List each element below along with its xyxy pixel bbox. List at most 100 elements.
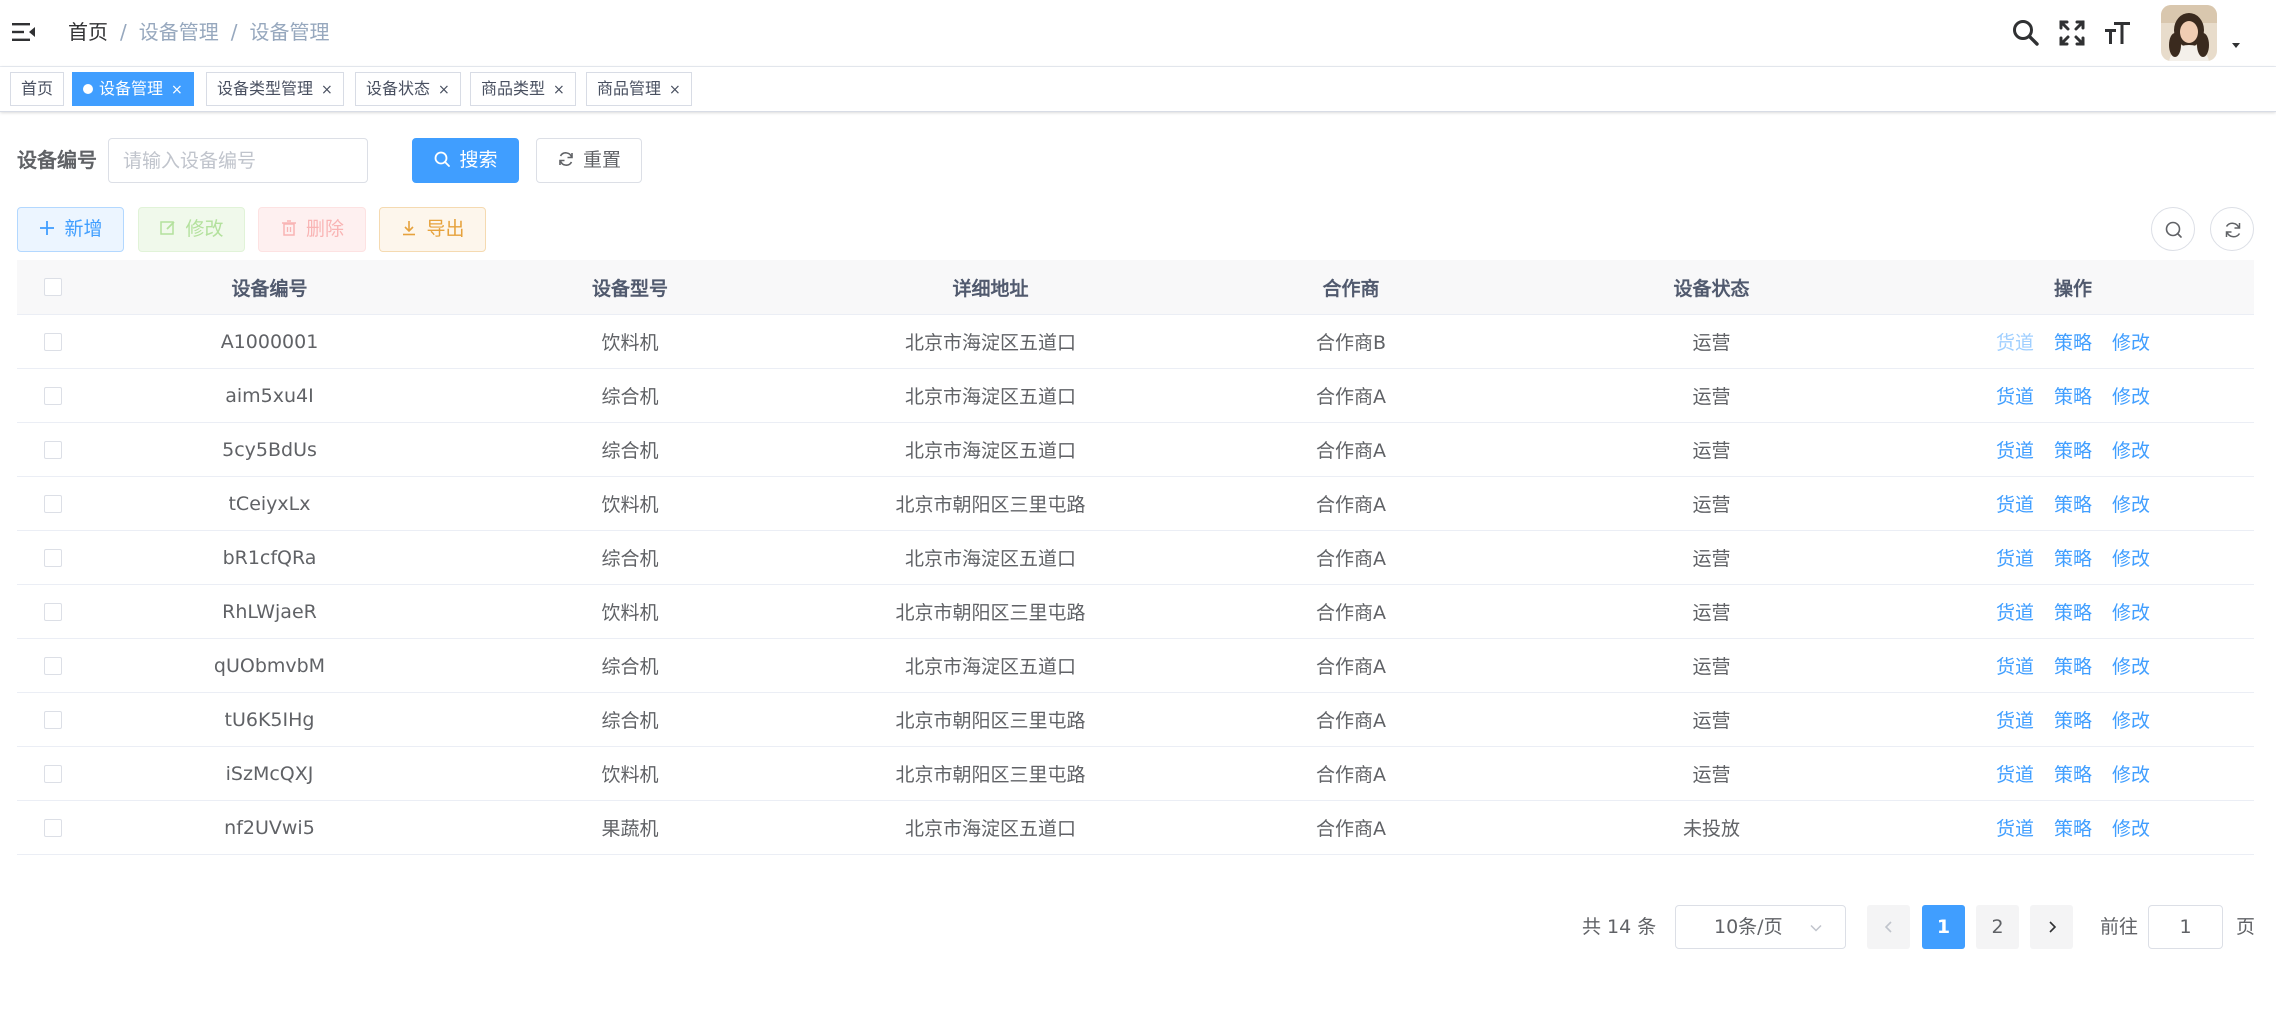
- channel-link[interactable]: 货道: [1996, 814, 2034, 841]
- edit-button[interactable]: 修改: [138, 207, 245, 252]
- strategy-link[interactable]: 策略: [2054, 598, 2092, 625]
- channel-link[interactable]: 货道: [1996, 328, 2034, 355]
- strategy-link[interactable]: 策略: [2054, 436, 2092, 463]
- refresh-button[interactable]: [2210, 207, 2254, 251]
- goto-label: 前往: [2100, 916, 2139, 938]
- row-checkbox[interactable]: [44, 494, 62, 513]
- tag-device-management[interactable]: 设备管理 ×: [72, 72, 194, 106]
- add-button[interactable]: 新增: [17, 207, 124, 252]
- tag-product-management[interactable]: 商品管理 ×: [586, 72, 692, 106]
- tag-device-status[interactable]: 设备状态 ×: [355, 72, 461, 106]
- close-icon[interactable]: ×: [553, 74, 565, 106]
- device-number-cell: nf2UVwi5: [224, 816, 315, 839]
- status-cell: 未投放: [1682, 818, 1740, 840]
- row-checkbox[interactable]: [44, 548, 62, 567]
- page-size-select[interactable]: 10条/页: [1675, 905, 1846, 949]
- reset-button[interactable]: 重置: [536, 138, 642, 183]
- user-avatar[interactable]: [2161, 5, 2217, 61]
- tag-home[interactable]: 首页: [10, 72, 65, 106]
- strategy-link[interactable]: 策略: [2054, 652, 2092, 679]
- row-checkbox-cell: [17, 423, 89, 476]
- next-page-button[interactable]: [2030, 905, 2073, 949]
- strategy-link[interactable]: 策略: [2054, 382, 2092, 409]
- row-checkbox[interactable]: [44, 818, 62, 837]
- font-size-icon[interactable]: [2102, 17, 2134, 49]
- device-number-cell: iSzMcQXJ: [225, 762, 314, 785]
- actions-cell: 货道 策略 修改: [1892, 531, 2254, 584]
- strategy-link[interactable]: 策略: [2054, 814, 2092, 841]
- edit-link[interactable]: 修改: [2112, 490, 2150, 517]
- header-address[interactable]: 详细地址: [810, 260, 1171, 314]
- row-checkbox[interactable]: [44, 440, 62, 459]
- edit-link[interactable]: 修改: [2112, 760, 2150, 787]
- header-device-model[interactable]: 设备型号: [450, 260, 810, 314]
- channel-link[interactable]: 货道: [1996, 436, 2034, 463]
- strategy-link[interactable]: 策略: [2054, 706, 2092, 733]
- edit-link[interactable]: 修改: [2112, 436, 2150, 463]
- channel-link[interactable]: 货道: [1996, 598, 2034, 625]
- row-checkbox[interactable]: [44, 602, 62, 621]
- edit-link[interactable]: 修改: [2112, 382, 2150, 409]
- prev-page-button[interactable]: [1867, 905, 1910, 949]
- tag-product-type[interactable]: 商品类型 ×: [470, 72, 576, 106]
- table-header: 设备编号 设备型号 详细地址 合作商 设备状态 操作: [17, 260, 2254, 315]
- close-icon[interactable]: ×: [171, 74, 183, 106]
- fullscreen-icon[interactable]: [2056, 17, 2088, 49]
- row-checkbox[interactable]: [44, 710, 62, 729]
- toggle-search-button[interactable]: [2151, 207, 2195, 251]
- page-1-button[interactable]: 1: [1922, 905, 1965, 949]
- close-icon[interactable]: ×: [438, 74, 450, 106]
- edit-link[interactable]: 修改: [2112, 706, 2150, 733]
- select-all-checkbox[interactable]: [44, 278, 62, 296]
- row-checkbox[interactable]: [44, 332, 62, 351]
- channel-link[interactable]: 货道: [1996, 706, 2034, 733]
- header-device-status[interactable]: 设备状态: [1531, 260, 1892, 314]
- breadcrumb-item-home[interactable]: 首页: [68, 20, 108, 44]
- address-cell: 北京市海淀区五道口: [904, 332, 1076, 354]
- channel-link[interactable]: 货道: [1996, 544, 2034, 571]
- channel-link[interactable]: 货道: [1996, 490, 2034, 517]
- header-device-number[interactable]: 设备编号: [89, 260, 450, 314]
- device-number-label: 设备编号: [17, 148, 97, 172]
- edit-link[interactable]: 修改: [2112, 328, 2150, 355]
- caret-down-icon[interactable]: [2229, 40, 2243, 50]
- close-icon[interactable]: ×: [669, 74, 681, 106]
- tag-device-type-management[interactable]: 设备类型管理 ×: [206, 72, 344, 106]
- navbar: 首页 / 设备管理 / 设备管理: [0, 0, 2276, 67]
- breadcrumb-item-device[interactable]: 设备管理: [139, 20, 219, 44]
- channel-link[interactable]: 货道: [1996, 760, 2034, 787]
- search-icon[interactable]: [2010, 17, 2042, 49]
- export-button[interactable]: 导出: [379, 207, 486, 252]
- edit-button-label: 修改: [185, 218, 224, 240]
- search-button-label: 搜索: [459, 149, 498, 171]
- delete-button[interactable]: 删除: [258, 207, 366, 252]
- device-number-input[interactable]: [108, 138, 368, 183]
- tag-label: 商品管理: [597, 79, 662, 98]
- header-partner[interactable]: 合作商: [1171, 260, 1531, 314]
- edit-link[interactable]: 修改: [2112, 544, 2150, 571]
- breadcrumb-separator: /: [230, 20, 238, 44]
- device-model-cell: 综合机: [601, 548, 659, 570]
- search-button[interactable]: 搜索: [412, 138, 519, 183]
- close-icon[interactable]: ×: [321, 74, 333, 106]
- row-checkbox[interactable]: [44, 764, 62, 783]
- strategy-link[interactable]: 策略: [2054, 544, 2092, 571]
- strategy-link[interactable]: 策略: [2054, 328, 2092, 355]
- hamburger-icon[interactable]: [11, 20, 37, 44]
- strategy-link[interactable]: 策略: [2054, 490, 2092, 517]
- row-checkbox[interactable]: [44, 656, 62, 675]
- channel-link[interactable]: 货道: [1996, 652, 2034, 679]
- page-2-button[interactable]: 2: [1976, 905, 2019, 949]
- goto-page-input[interactable]: [2148, 905, 2223, 949]
- table-row: bR1cfQRa 综合机 北京市海淀区五道口 合作商A 运营 货道 策略 修改: [17, 531, 2254, 585]
- row-checkbox[interactable]: [44, 386, 62, 405]
- edit-link[interactable]: 修改: [2112, 598, 2150, 625]
- row-checkbox-cell: [17, 531, 89, 584]
- edit-link[interactable]: 修改: [2112, 814, 2150, 841]
- channel-link[interactable]: 货道: [1996, 382, 2034, 409]
- edit-link[interactable]: 修改: [2112, 652, 2150, 679]
- device-number-cell: aim5xu4I: [225, 384, 314, 407]
- table-row: aim5xu4I 综合机 北京市海淀区五道口 合作商A 运营 货道 策略 修改: [17, 369, 2254, 423]
- strategy-link[interactable]: 策略: [2054, 760, 2092, 787]
- tag-label: 商品类型: [481, 79, 546, 98]
